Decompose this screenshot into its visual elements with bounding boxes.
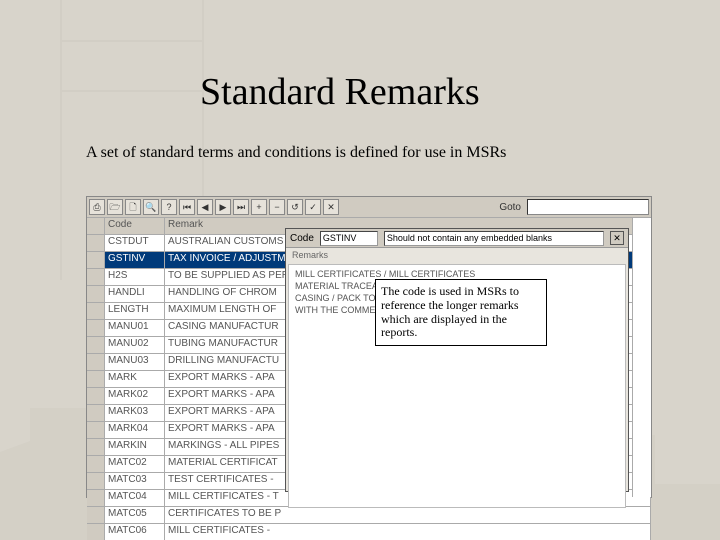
row-selector[interactable]: [87, 524, 105, 540]
cell-code[interactable]: MARKIN: [105, 439, 165, 456]
prev-icon[interactable]: ◀: [197, 199, 213, 215]
cell-code[interactable]: CSTDUT: [105, 235, 165, 252]
remark-detail-window: Code GSTINV Should not contain any embed…: [285, 228, 629, 492]
row-selector[interactable]: [87, 235, 105, 252]
row-selector[interactable]: [87, 490, 105, 507]
page-title: Standard Remarks: [200, 70, 480, 114]
col-header-code: Code: [105, 218, 165, 235]
remarks-label: Remarks: [286, 248, 628, 262]
check-icon[interactable]: ✓: [305, 199, 321, 215]
row-selector[interactable]: [87, 456, 105, 473]
last-icon[interactable]: ⏭: [233, 199, 249, 215]
cell-code[interactable]: H2S: [105, 269, 165, 286]
cell-code[interactable]: MATC02: [105, 456, 165, 473]
help-icon[interactable]: ?: [161, 199, 177, 215]
cell-code[interactable]: HANDLI: [105, 286, 165, 303]
row-selector[interactable]: [87, 303, 105, 320]
new-icon[interactable]: 🗋: [125, 199, 141, 215]
open-icon[interactable]: 🗁: [107, 199, 123, 215]
close-icon[interactable]: ✕: [610, 231, 624, 245]
page-subtitle: A set of standard terms and conditions i…: [86, 144, 506, 162]
first-icon[interactable]: ⏮: [179, 199, 195, 215]
cell-code[interactable]: MANU02: [105, 337, 165, 354]
cell-code[interactable]: MATC05: [105, 507, 165, 524]
find-icon[interactable]: 🔍: [143, 199, 159, 215]
row-selector[interactable]: [87, 507, 105, 524]
code-desc-field[interactable]: Should not contain any embedded blanks: [384, 231, 604, 246]
goto-label: Goto: [499, 202, 521, 213]
close-icon[interactable]: ✕: [323, 199, 339, 215]
goto-input[interactable]: [527, 199, 649, 215]
row-selector[interactable]: [87, 320, 105, 337]
cell-remark[interactable]: MILL CERTIFICATES -: [165, 524, 651, 540]
code-field[interactable]: GSTINV: [320, 231, 378, 246]
cell-code[interactable]: MANU03: [105, 354, 165, 371]
row-selector[interactable]: [87, 388, 105, 405]
cell-code[interactable]: MANU01: [105, 320, 165, 337]
minus-icon[interactable]: −: [269, 199, 285, 215]
cell-remark[interactable]: CERTIFICATES TO BE P: [165, 507, 651, 524]
cell-code[interactable]: MATC04: [105, 490, 165, 507]
next-icon[interactable]: ▶: [215, 199, 231, 215]
code-label: Code: [290, 233, 314, 244]
plus-icon[interactable]: +: [251, 199, 267, 215]
row-selector[interactable]: [87, 354, 105, 371]
row-selector[interactable]: [87, 337, 105, 354]
undo-icon[interactable]: ↺: [287, 199, 303, 215]
toolbar: ⎙🗁🗋🔍?⏮◀▶⏭+−↺✓✕ Goto: [87, 197, 651, 218]
row-selector[interactable]: [87, 252, 105, 269]
row-selector[interactable]: [87, 473, 105, 490]
row-selector[interactable]: [87, 422, 105, 439]
cell-code[interactable]: MARK: [105, 371, 165, 388]
print-icon[interactable]: ⎙: [89, 199, 105, 215]
row-selector[interactable]: [87, 405, 105, 422]
cell-code[interactable]: LENGTH: [105, 303, 165, 320]
remarks-text-area[interactable]: MILL CERTIFICATES / MILL CERTIFICATESMAT…: [288, 264, 626, 508]
callout-box: The code is used in MSRs to reference th…: [375, 279, 547, 346]
row-selector[interactable]: [87, 439, 105, 456]
row-selector[interactable]: [87, 269, 105, 286]
cell-code[interactable]: GSTINV: [105, 252, 165, 269]
cell-code[interactable]: MARK02: [105, 388, 165, 405]
cell-code[interactable]: MARK03: [105, 405, 165, 422]
cell-code[interactable]: MATC03: [105, 473, 165, 490]
row-selector[interactable]: [87, 286, 105, 303]
detail-header: Code GSTINV Should not contain any embed…: [286, 229, 628, 248]
cell-code[interactable]: MATC06: [105, 524, 165, 540]
grid-right-gutter: [632, 218, 651, 497]
cell-code[interactable]: MARK04: [105, 422, 165, 439]
row-selector[interactable]: [87, 371, 105, 388]
col-header-selector: [87, 218, 105, 235]
